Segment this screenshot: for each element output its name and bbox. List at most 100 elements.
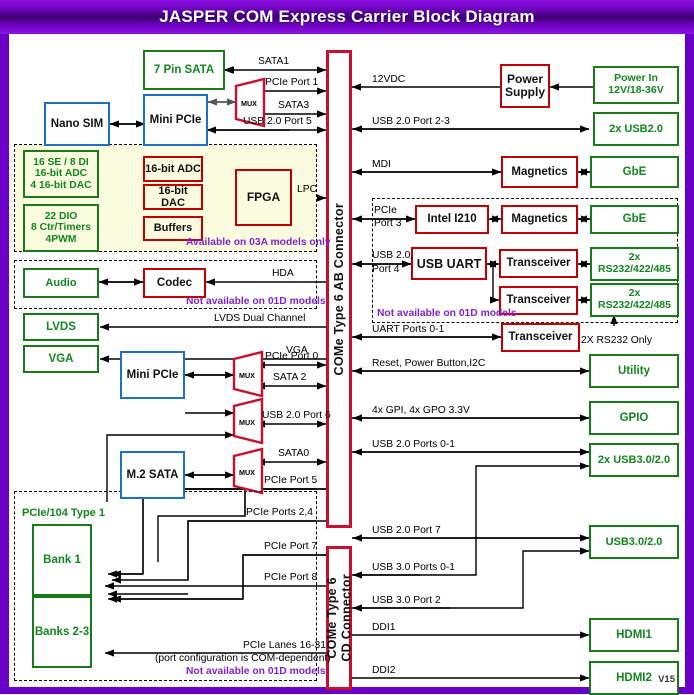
block-rs232-b[interactable]: 2x RS232/422/485 bbox=[590, 283, 679, 317]
block-label: GbE bbox=[622, 213, 647, 226]
block-label: Codec bbox=[156, 276, 193, 289]
block-m2-sata[interactable]: M.2 SATA bbox=[120, 451, 185, 499]
sig-port-4: Port 4 bbox=[372, 264, 400, 275]
block-transceiver-1[interactable]: Transceiver bbox=[499, 249, 578, 278]
version-label: V15 bbox=[658, 674, 675, 685]
block-usb30[interactable]: USB3.0/2.0 bbox=[589, 525, 679, 559]
block-hdmi1[interactable]: HDMI1 bbox=[589, 618, 679, 652]
block-2x-usb30[interactable]: 2x USB3.0/2.0 bbox=[589, 443, 679, 477]
block-label: Transceiver bbox=[506, 257, 571, 270]
sig-pcie-lanes-note: (port configuration is COM-dependent) bbox=[155, 653, 331, 664]
connector-cd[interactable]: COMe Type 6 CD Connector bbox=[324, 546, 353, 690]
block-transceiver-3[interactable]: Transceiver bbox=[501, 323, 580, 352]
block-gbe-1[interactable]: GbE bbox=[590, 156, 679, 188]
block-label: Power Supply bbox=[504, 71, 545, 99]
diagram-page: JASPER COM Express Carrier Block Diagram bbox=[0, 0, 694, 695]
sig-pcie-port-7: PCIe Port 7 bbox=[264, 541, 318, 552]
sig-gpi-gpo: 4x GPI, 4x GPO 3.3V bbox=[372, 405, 470, 416]
block-gpio[interactable]: GPIO bbox=[589, 401, 679, 435]
block-fpga[interactable]: FPGA bbox=[235, 169, 292, 226]
block-label: GPIO bbox=[619, 411, 649, 424]
block-audio[interactable]: Audio bbox=[23, 268, 99, 298]
sig-reset-power: Reset, Power Button,I2C bbox=[372, 358, 486, 369]
block-utility[interactable]: Utility bbox=[589, 354, 679, 388]
block-vga[interactable]: VGA bbox=[23, 345, 99, 373]
sig-12vdc: 12VDC bbox=[372, 74, 406, 85]
sig-pcie-port-8: PCIe Port 8 bbox=[264, 572, 318, 583]
sig-usb20-port-5: USB 2.0 Port 5 bbox=[243, 116, 312, 127]
block-label: HDMI2 bbox=[616, 671, 652, 684]
block-power-supply[interactable]: Power Supply bbox=[500, 64, 550, 108]
sig-pcie-port-1: PCIe Port 1 bbox=[265, 77, 319, 88]
sig-mdi: MDI bbox=[372, 159, 391, 170]
sig-port-3: Port 3 bbox=[374, 218, 402, 229]
block-intel-i210[interactable]: Intel I210 bbox=[415, 205, 489, 234]
sig-usb20-port-7: USB 2.0 Port 7 bbox=[372, 525, 441, 536]
block-magnetics-1[interactable]: Magnetics bbox=[501, 156, 578, 188]
block-lvds[interactable]: LVDS bbox=[23, 313, 99, 341]
block-label: LVDS bbox=[46, 320, 76, 333]
block-label: Mini PCIe bbox=[149, 113, 202, 126]
connector-ab[interactable]: COMe Type 6 AB Connector bbox=[326, 50, 352, 528]
sig-pcie-ports-24: PCIe Ports 2,4 bbox=[246, 507, 313, 518]
block-label: M.2 SATA bbox=[126, 468, 179, 481]
block-power-in[interactable]: Power In 12V/18-36V bbox=[593, 66, 679, 104]
block-label: VGA bbox=[48, 352, 74, 365]
block-label: GbE bbox=[622, 165, 647, 178]
sig-pcie-port-5: PCIe Port 5 bbox=[264, 475, 318, 486]
diagram-canvas: COMe Type 6 AB Connector COMe Type 6 CD … bbox=[0, 34, 694, 695]
sig-usb30-port-2: USB 3.0 Port 2 bbox=[372, 595, 441, 606]
sig-usb20-port-23: USB 2.0 Port 2-3 bbox=[372, 116, 450, 127]
block-label: Magnetics bbox=[511, 213, 568, 226]
note-01d-audio: Not available on 01D models bbox=[186, 296, 326, 307]
block-usb-uart[interactable]: USB UART bbox=[411, 247, 487, 280]
group-label-pcie104: PCIe/104 Type 1 bbox=[22, 507, 105, 519]
block-mini-pcie-2[interactable]: Mini PCIe bbox=[120, 351, 185, 399]
block-16bit-dac[interactable]: 16-bit DAC bbox=[143, 184, 203, 210]
block-label: 2x RS232/422/485 bbox=[598, 251, 671, 275]
sig-ddi1: DDI1 bbox=[372, 622, 396, 633]
connector-cd-label: COMe Type 6 CD Connector bbox=[324, 574, 353, 662]
block-label: Bank 1 bbox=[43, 553, 81, 566]
block-bank-1[interactable]: Bank 1 bbox=[32, 524, 92, 596]
mux-label-2: MUX bbox=[239, 371, 255, 380]
mux-label-1: MUX bbox=[241, 99, 257, 108]
note-03a: Available on 03A models only bbox=[186, 237, 331, 248]
block-label: FPGA bbox=[246, 189, 281, 204]
block-label: 2x USB2.0 bbox=[609, 122, 663, 135]
block-rs232-a[interactable]: 2x RS232/422/485 bbox=[590, 247, 679, 281]
block-label: 22 DIO 8 Ctr/Timers 4PWM bbox=[31, 210, 91, 245]
block-label: Transceiver bbox=[506, 294, 571, 307]
block-gbe-2[interactable]: GbE bbox=[590, 205, 679, 234]
block-codec[interactable]: Codec bbox=[143, 268, 206, 298]
block-label: USB3.0/2.0 bbox=[605, 535, 663, 548]
note-01d-pcie104: Not available on 01D models bbox=[186, 666, 326, 677]
sig-hda: HDA bbox=[272, 268, 294, 279]
sig-sata3: SATA3 bbox=[278, 100, 310, 111]
sig-pcie-port-0: PCIe Port 0 bbox=[265, 351, 319, 362]
block-magnetics-2[interactable]: Magnetics bbox=[501, 205, 578, 234]
page-title: JASPER COM Express Carrier Block Diagram bbox=[0, 0, 694, 34]
note-01d-serial: Not available on 01D models bbox=[377, 308, 517, 319]
block-label: Transceiver bbox=[508, 331, 573, 344]
sig-ddi2: DDI2 bbox=[372, 665, 396, 676]
block-16bit-adc[interactable]: 16-bit ADC bbox=[143, 156, 203, 182]
block-label: 16-bit ADC bbox=[145, 162, 201, 175]
block-2x-usb20[interactable]: 2x USB2.0 bbox=[593, 112, 679, 146]
sig-pcie: PCIe bbox=[374, 205, 397, 216]
sig-sata1: SATA1 bbox=[258, 56, 290, 67]
block-7-pin-sata[interactable]: 7 Pin SATA bbox=[143, 50, 225, 90]
block-banks-2-3[interactable]: Banks 2-3 bbox=[32, 596, 92, 668]
block-label: Banks 2-3 bbox=[34, 625, 90, 638]
block-label: HDMI1 bbox=[616, 628, 652, 641]
block-mini-pcie-1[interactable]: Mini PCIe bbox=[143, 94, 208, 146]
block-label: 16-bit DAC bbox=[158, 184, 188, 209]
sig-lvds-dual: LVDS Dual Channel bbox=[214, 313, 306, 324]
sig-lpc: LPC bbox=[297, 184, 318, 195]
block-analog-io[interactable]: 16 SE / 8 DI 16-bit ADC 4 16-bit DAC bbox=[23, 150, 99, 198]
mux-label-3: MUX bbox=[239, 418, 255, 427]
block-nano-sim[interactable]: Nano SIM bbox=[44, 102, 110, 146]
block-digital-io[interactable]: 22 DIO 8 Ctr/Timers 4PWM bbox=[23, 204, 99, 252]
block-label: Audio bbox=[45, 276, 77, 289]
block-label: 2x RS232/422/485 bbox=[598, 287, 671, 311]
